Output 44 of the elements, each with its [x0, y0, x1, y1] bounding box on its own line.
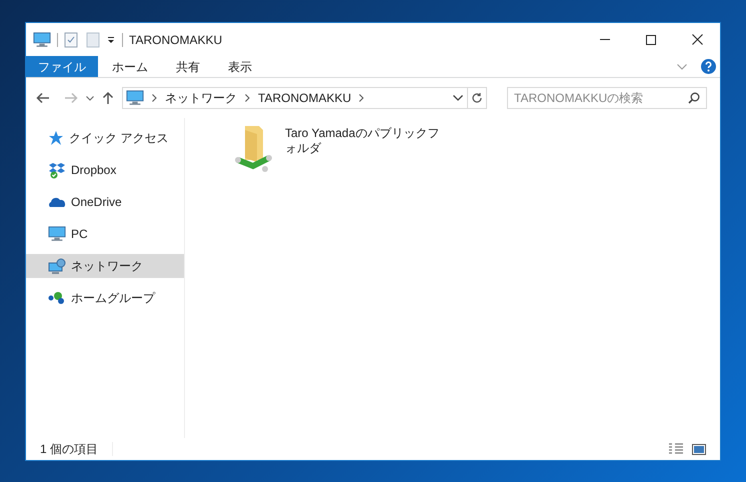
chevron-right-icon[interactable]: [359, 94, 364, 102]
star-icon: [48, 130, 64, 146]
window-title: TARONOMAKKU: [129, 32, 222, 48]
up-arrow-icon[interactable]: [102, 91, 114, 105]
nav-item[interactable]: PC: [26, 222, 184, 246]
chevron-down-icon[interactable]: [453, 95, 463, 101]
computer-icon: [33, 32, 51, 48]
dropdown-icon[interactable]: [106, 34, 116, 44]
breadcrumb[interactable]: TARONOMAKKU: [258, 89, 352, 107]
ribbon-tab[interactable]: 表示: [214, 56, 266, 77]
maximize-icon: [646, 34, 656, 44]
refresh-icon[interactable]: [471, 92, 483, 104]
people-icon: [48, 291, 66, 305]
minimize-icon: [600, 38, 610, 40]
item-count: 1 個の項目: [40, 441, 98, 458]
nav-item[interactable]: ホームグループ: [26, 286, 184, 310]
folder-name[interactable]: Taro Yamadaのパブリックフォルダ: [285, 126, 440, 156]
chevron-right-icon[interactable]: [245, 94, 250, 102]
address-bar[interactable]: ネットワーク TARONOMAKKU: [122, 87, 487, 109]
help-icon[interactable]: [701, 59, 716, 74]
cloud-icon: [48, 196, 66, 208]
details-view-icon[interactable]: [668, 443, 684, 455]
nav-item[interactable]: ネットワーク: [26, 254, 184, 278]
chevron-right-icon[interactable]: [152, 94, 157, 102]
computer-icon: [126, 90, 144, 106]
nav-item[interactable]: クイック アクセス: [26, 126, 184, 150]
shared-folder-icon[interactable]: [235, 124, 275, 172]
checkmark-document-icon[interactable]: [64, 32, 78, 48]
nav-item[interactable]: Dropbox: [26, 158, 184, 182]
box-icon: [48, 162, 66, 178]
chevron-down-icon[interactable]: [86, 96, 94, 100]
computer-icon: [48, 226, 66, 242]
network-icon: [48, 258, 66, 274]
back-arrow-icon[interactable]: [36, 92, 50, 104]
search-field[interactable]: TARONOMAKKUの検索: [507, 87, 707, 109]
file-tab[interactable]: ファイル: [26, 56, 98, 77]
ribbon-tab[interactable]: 共有: [162, 56, 214, 77]
search-icon: [688, 92, 700, 104]
close-icon: [692, 34, 702, 45]
breadcrumb[interactable]: ネットワーク: [165, 89, 237, 107]
ribbon-tab[interactable]: ホーム: [98, 56, 162, 77]
thumbnail-view-icon[interactable]: [692, 444, 706, 454]
nav-item[interactable]: OneDrive: [26, 190, 184, 214]
search-input[interactable]: TARONOMAKKUの検索: [514, 89, 688, 107]
